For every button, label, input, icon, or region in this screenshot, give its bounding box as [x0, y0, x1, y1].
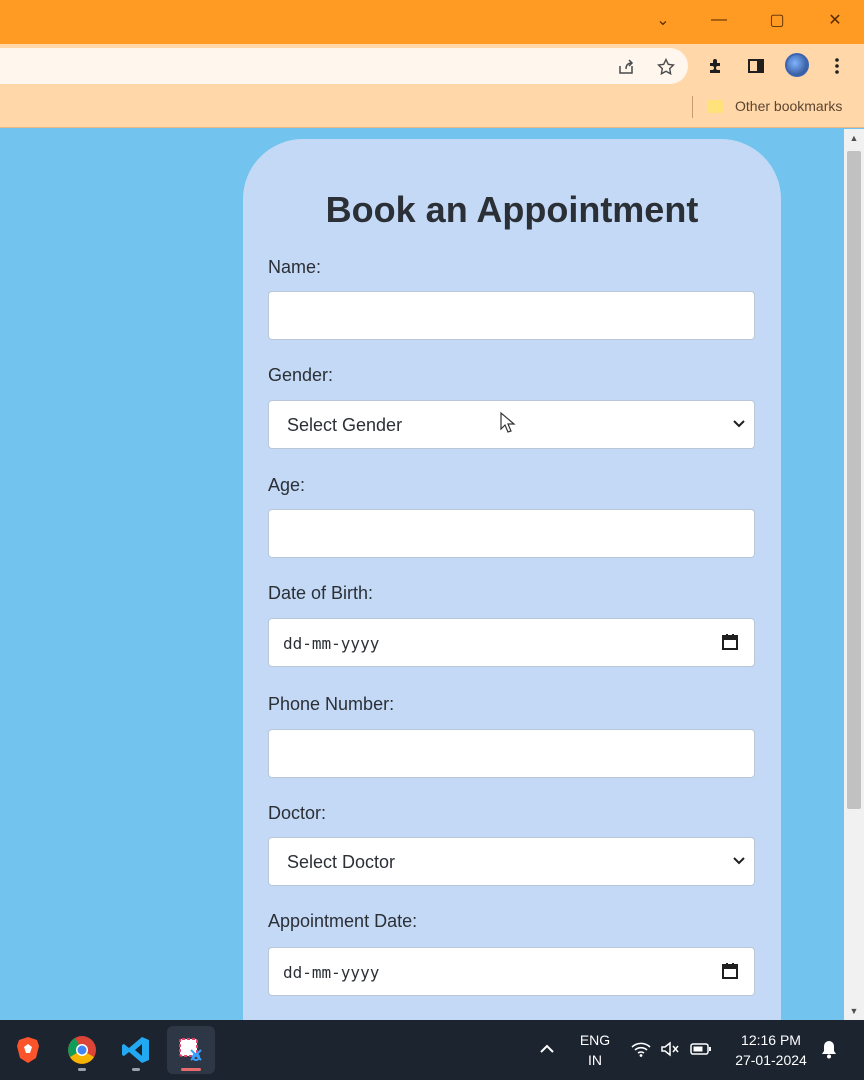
- calendar-icon[interactable]: [721, 633, 739, 651]
- dob-placeholder: dd-mm-yyyy: [283, 634, 380, 653]
- address-bar[interactable]: [0, 48, 688, 84]
- volume-muted-icon[interactable]: [659, 1038, 681, 1060]
- language-line-2: IN: [588, 1052, 602, 1068]
- gender-label: Gender:: [268, 365, 334, 385]
- close-button[interactable]: ✕: [806, 0, 864, 40]
- brave-browser-icon[interactable]: [4, 1026, 52, 1074]
- running-indicator: [132, 1068, 140, 1071]
- bookmark-star-icon[interactable]: [655, 56, 677, 78]
- active-indicator: [181, 1068, 201, 1071]
- doctor-selected-value: Select Doctor: [287, 852, 396, 872]
- dob-date-input[interactable]: dd-mm-yyyy: [268, 618, 755, 667]
- dob-label: Date of Birth:: [268, 583, 374, 603]
- appointment-date-input[interactable]: dd-mm-yyyy: [268, 947, 755, 996]
- name-input[interactable]: [268, 291, 755, 340]
- chrome-icon[interactable]: [58, 1026, 106, 1074]
- page-scrollbar[interactable]: ▲ ▼: [844, 129, 864, 1020]
- vscode-icon[interactable]: [112, 1026, 160, 1074]
- chevron-down-icon: [733, 857, 745, 865]
- bookmarks-bar: Other bookmarks: [0, 88, 864, 128]
- name-label: Name:: [268, 257, 322, 277]
- side-panel-icon[interactable]: [744, 54, 768, 78]
- language-indicator[interactable]: ENG IN: [570, 1030, 620, 1070]
- scrollbar-thumb[interactable]: [847, 151, 861, 809]
- battery-icon[interactable]: [690, 1038, 712, 1060]
- windows-taskbar: ENG IN 12:16 PM 27-01-2024: [0, 1020, 864, 1080]
- browser-titlebar: ⌄ — ▢ ✕: [0, 0, 864, 44]
- language-line-1: ENG: [579, 1032, 611, 1048]
- clock-date: 27-01-2024: [735, 1052, 807, 1068]
- age-input[interactable]: [268, 509, 755, 558]
- bookmarks-divider: [692, 96, 693, 118]
- extensions-puzzle-icon[interactable]: [704, 54, 728, 78]
- other-bookmarks-link[interactable]: Other bookmarks: [735, 98, 842, 114]
- wifi-icon[interactable]: [630, 1038, 652, 1060]
- profile-avatar[interactable]: [785, 53, 809, 77]
- clock[interactable]: 12:16 PM 27-01-2024: [724, 1030, 818, 1070]
- minimize-button[interactable]: —: [690, 0, 748, 40]
- phone-label: Phone Number:: [268, 694, 395, 714]
- gender-selected-value: Select Gender: [287, 415, 403, 435]
- doctor-select[interactable]: Select Doctor: [268, 837, 755, 886]
- running-indicator: [78, 1068, 86, 1071]
- browser-menu-icon[interactable]: [825, 54, 849, 78]
- chevron-down-icon: [733, 420, 745, 428]
- share-icon[interactable]: [615, 56, 637, 78]
- notification-bell-icon[interactable]: [818, 1038, 840, 1060]
- doctor-label: Doctor:: [268, 803, 327, 823]
- appointment-date-placeholder: dd-mm-yyyy: [283, 963, 380, 982]
- phone-input[interactable]: [268, 729, 755, 778]
- restore-button[interactable]: ▢: [748, 0, 806, 40]
- browser-toolbar: [0, 44, 864, 88]
- appointment-form-card: Book an Appointment Name: Gender: Select…: [243, 139, 781, 1020]
- scroll-down-arrow-icon[interactable]: ▼: [844, 1002, 864, 1020]
- form-title: Book an Appointment: [325, 189, 699, 230]
- tab-search-chevron-icon[interactable]: ⌄: [634, 0, 692, 40]
- calendar-icon[interactable]: [721, 962, 739, 980]
- clock-time: 12:16 PM: [741, 1032, 801, 1048]
- age-label: Age:: [268, 475, 306, 495]
- chevron-up-icon[interactable]: [536, 1038, 558, 1060]
- folder-icon: [707, 100, 723, 113]
- mouse-cursor-icon: [500, 411, 516, 433]
- page-viewport: Book an Appointment Name: Gender: Select…: [0, 129, 844, 1020]
- snipping-tool-icon[interactable]: [167, 1026, 215, 1074]
- appointment-date-label: Appointment Date:: [268, 911, 418, 931]
- scroll-up-arrow-icon[interactable]: ▲: [844, 129, 864, 147]
